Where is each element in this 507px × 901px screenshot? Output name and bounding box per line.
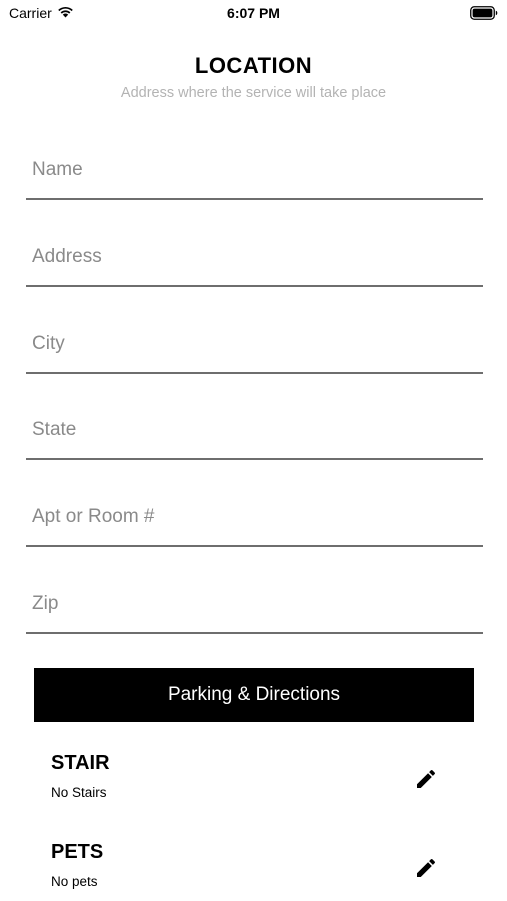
status-bar: Carrier 6:07 PM (0, 0, 507, 28)
address-input[interactable] (26, 246, 472, 268)
page-header: LOCATION Address where the service will … (0, 53, 507, 101)
edit-stair-button[interactable] (411, 766, 441, 796)
state-input[interactable] (26, 419, 472, 441)
page-subtitle: Address where the service will take plac… (120, 85, 387, 101)
stair-title: STAIR (51, 752, 110, 774)
pencil-icon (414, 856, 438, 885)
address-field[interactable] (26, 227, 483, 287)
apt-input[interactable] (26, 506, 472, 528)
pets-title: PETS (51, 841, 104, 863)
apt-field[interactable] (26, 487, 483, 547)
zip-field[interactable] (26, 574, 483, 634)
name-input[interactable] (26, 159, 472, 181)
status-time: 6:07 PM (227, 5, 280, 21)
name-field[interactable] (26, 140, 483, 200)
zip-input[interactable] (26, 593, 472, 615)
parking-directions-label: Parking & Directions (167, 684, 341, 705)
state-field[interactable] (26, 400, 483, 460)
stair-value: No Stairs (51, 785, 107, 800)
page-title: LOCATION (194, 53, 313, 78)
pets-value: No pets (51, 874, 98, 889)
parking-directions-button[interactable]: Parking & Directions (34, 668, 474, 722)
city-input[interactable] (26, 333, 472, 355)
edit-pets-button[interactable] (411, 855, 441, 885)
city-field[interactable] (26, 314, 483, 374)
pets-preference: PETS No pets (51, 841, 441, 901)
pencil-icon (414, 767, 438, 796)
stair-preference: STAIR No Stairs (51, 752, 441, 812)
battery-icon (470, 6, 498, 25)
